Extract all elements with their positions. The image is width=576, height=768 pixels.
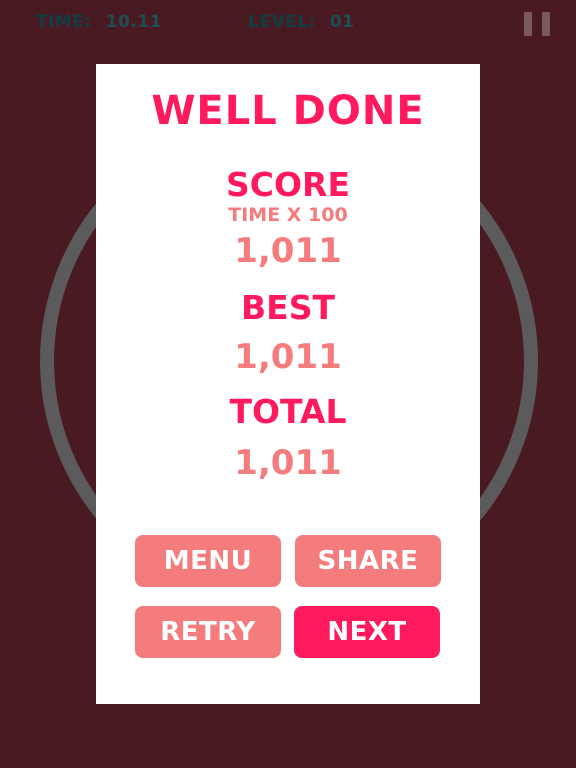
time-value: 10.11 (105, 12, 163, 32)
pause-bar-right (542, 12, 550, 36)
level-value: 01 (329, 12, 355, 32)
total-value: 1,011 (234, 443, 342, 483)
menu-button[interactable]: MENU (135, 535, 281, 587)
pause-bar-left (524, 12, 532, 36)
hud-level: LEVEL: 01 (248, 12, 355, 32)
retry-button[interactable]: RETRY (135, 606, 281, 658)
total-label: TOTAL (229, 392, 347, 431)
best-value: 1,011 (234, 337, 342, 377)
share-button[interactable]: SHARE (295, 535, 441, 587)
results-dialog: WELL DONE SCORE TIME X 100 1,011 BEST 1,… (96, 64, 480, 704)
score-label: SCORE (226, 165, 350, 204)
time-label: TIME: (36, 12, 92, 32)
best-label: BEST (241, 288, 335, 327)
score-formula: TIME X 100 (228, 204, 348, 226)
dialog-title: WELL DONE (151, 88, 425, 134)
level-label: LEVEL: (248, 12, 316, 32)
pause-icon[interactable] (522, 12, 552, 36)
next-button[interactable]: NEXT (294, 606, 440, 658)
score-value: 1,011 (234, 231, 342, 271)
hud-time: TIME: 10.11 (36, 12, 162, 32)
